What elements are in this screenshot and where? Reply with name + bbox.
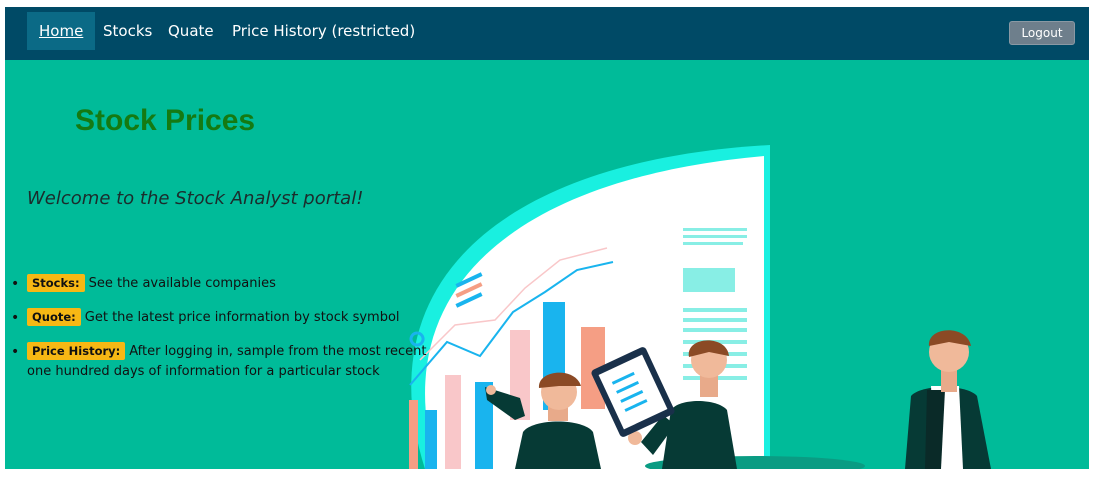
navbar: Home Stocks Quate Price History (restric… <box>5 7 1089 60</box>
nav-stocks-link[interactable]: Stocks <box>91 12 164 50</box>
feature-tag-price-history: Price History: <box>27 342 126 360</box>
nav-quote-link[interactable]: Quate <box>156 12 226 50</box>
app-window: Home Stocks Quate Price History (restric… <box>5 7 1089 469</box>
feature-item-stocks: • Stocks: See the available companies <box>5 274 435 294</box>
feature-item-quote: • Quote: Get the latest price information… <box>5 308 435 328</box>
hero-section: Stock Prices Welcome to the Stock Analys… <box>5 60 1089 469</box>
bullet-icon: • <box>11 276 20 292</box>
nav-home-link[interactable]: Home <box>27 12 96 50</box>
feature-tag-quote: Quote: <box>27 308 81 326</box>
feature-list: • Stocks: See the available companies • Q… <box>5 274 435 396</box>
bullet-icon: • <box>11 344 20 360</box>
nav-price-history-link[interactable]: Price History (restricted) <box>220 12 427 50</box>
feature-text-stocks: See the available companies <box>88 276 276 291</box>
welcome-message: Welcome to the Stock Analyst portal! <box>27 188 364 209</box>
stock-analysis-illustration <box>409 145 991 469</box>
logout-button[interactable]: Logout <box>1009 21 1075 45</box>
page-title: Stock Prices <box>75 104 256 137</box>
feature-text-quote: Get the latest price information by stoc… <box>84 310 400 325</box>
feature-item-price-history: • Price History: After logging in, sample… <box>5 342 435 382</box>
feature-tag-stocks: Stocks: <box>27 274 85 292</box>
bullet-icon: • <box>11 310 20 326</box>
